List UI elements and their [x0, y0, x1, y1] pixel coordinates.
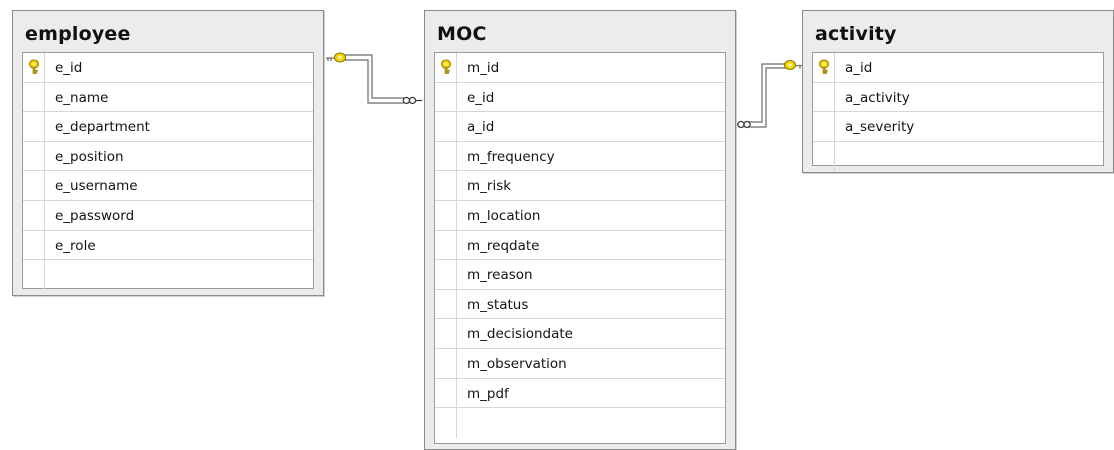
row-selector[interactable] [435, 408, 457, 438]
column-name: m_reason [467, 267, 533, 284]
column-row[interactable]: m_reqdate [435, 230, 725, 261]
column-name: m_risk [467, 178, 512, 195]
row-selector[interactable] [435, 171, 457, 200]
infinity-end-icon [734, 120, 751, 129]
row-selector[interactable] [23, 260, 45, 290]
column-row[interactable]: e_department [23, 112, 313, 142]
column-name: e_password [55, 207, 135, 224]
column-name: m_pdf [467, 385, 509, 402]
infinity-end-icon [402, 96, 422, 105]
column-row[interactable]: m_observation [435, 348, 725, 379]
column-row[interactable]: m_status [435, 289, 725, 320]
column-row[interactable]: m_risk [435, 171, 725, 201]
column-row[interactable]: e_role [23, 230, 313, 261]
row-selector[interactable] [435, 348, 457, 378]
column-row[interactable]: a_id [435, 112, 725, 142]
row-selector[interactable] [435, 200, 457, 230]
row-selector[interactable] [23, 171, 45, 200]
column-row[interactable]: m_id [435, 53, 725, 83]
column-row[interactable]: e_name [23, 82, 313, 113]
column-row[interactable]: m_reason [435, 260, 725, 290]
table-grid: m_id e_id a_id m_frequency m_risk m_locationm… [434, 52, 726, 444]
column-row[interactable]: e_position [23, 141, 313, 172]
row-selector[interactable] [23, 200, 45, 230]
column-name: m_location [467, 207, 541, 224]
column-row[interactable]: m_frequency [435, 141, 725, 172]
column-row[interactable]: m_location [435, 200, 725, 231]
table-moc[interactable]: MOC m_id e_id a_id m_frequency m_risk m_locat… [424, 10, 736, 450]
row-selector[interactable] [435, 112, 457, 141]
column-name: m_frequency [467, 148, 555, 165]
row-selector[interactable] [23, 82, 45, 112]
column-row[interactable]: e_id [435, 82, 725, 113]
table-title: employee [25, 23, 131, 45]
column-row[interactable]: m_pdf [435, 378, 725, 409]
row-selector[interactable] [435, 230, 457, 260]
column-row[interactable]: e_password [23, 200, 313, 231]
relationship-employee-moc[interactable] [326, 52, 422, 105]
row-selector[interactable] [435, 378, 457, 408]
column-row[interactable]: m_decisiondate [435, 319, 725, 349]
table-title: activity [815, 23, 897, 45]
column-row[interactable]: a_severity [813, 112, 1103, 142]
primary-key-icon [439, 59, 453, 75]
row-selector[interactable] [813, 82, 835, 112]
row-selector[interactable] [23, 112, 45, 141]
column-row[interactable]: e_id [23, 53, 313, 83]
column-row[interactable]: a_id [813, 53, 1103, 83]
table-employee[interactable]: employee e_id e_name e_department e_positio… [12, 10, 324, 296]
row-selector[interactable] [23, 230, 45, 260]
row-selector[interactable] [813, 141, 835, 172]
row-selector[interactable] [813, 112, 835, 141]
row-selector[interactable] [23, 141, 45, 171]
row-selector[interactable] [435, 141, 457, 171]
empty-row[interactable] [435, 408, 725, 438]
row-selector[interactable] [435, 82, 457, 112]
column-name: e_position [55, 148, 124, 165]
column-name: m_reqdate [467, 237, 540, 254]
table-grid: a_id a_activity a_severity [812, 52, 1104, 172]
column-name: e_username [55, 178, 138, 195]
column-name: a_id [845, 60, 873, 76]
column-name: e_department [55, 119, 150, 136]
column-name: m_observation [467, 355, 567, 372]
empty-row[interactable] [813, 141, 1103, 172]
column-name: a_activity [845, 89, 910, 106]
column-name: m_decisiondate [467, 326, 573, 343]
table-grid: e_id e_name e_department e_position e_userna… [22, 52, 314, 290]
column-name: m_status [467, 296, 529, 313]
column-name: e_name [55, 89, 109, 106]
column-name: m_id [467, 60, 500, 76]
key-end-icon [326, 52, 346, 63]
primary-key-icon [27, 59, 41, 75]
column-name: a_id [467, 119, 495, 136]
table-activity[interactable]: activity a_id a_activity a_severity [802, 10, 1114, 173]
row-selector[interactable] [435, 319, 457, 348]
table-title: MOC [437, 23, 487, 45]
diagram-canvas: employee e_id e_name e_department e_positio… [0, 0, 1114, 450]
column-name: e_role [55, 237, 96, 254]
row-selector[interactable] [435, 260, 457, 289]
empty-row[interactable] [23, 260, 313, 290]
column-name: e_id [467, 89, 495, 106]
column-name: a_severity [845, 119, 915, 136]
column-name: e_id [55, 60, 83, 76]
column-row[interactable]: a_activity [813, 82, 1103, 113]
relationship-activity-moc[interactable] [734, 60, 804, 129]
primary-key-icon [817, 59, 831, 75]
row-selector[interactable] [435, 289, 457, 319]
column-row[interactable]: e_username [23, 171, 313, 201]
